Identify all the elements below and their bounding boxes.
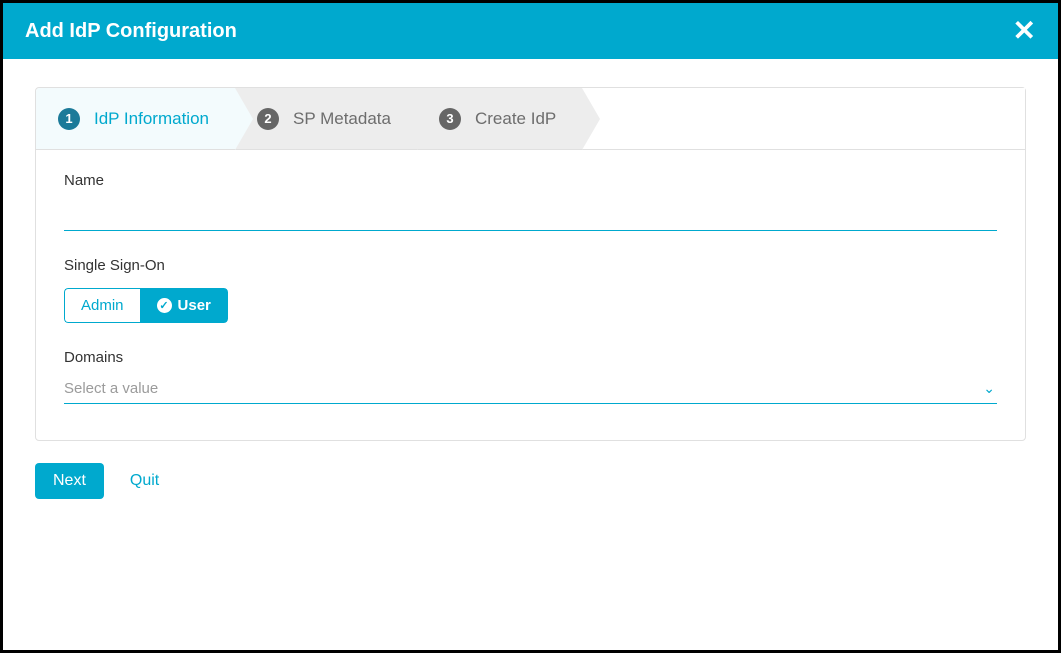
modal-body: 1 IdP Information 2 SP Metadata 3 Create… bbox=[3, 59, 1058, 453]
domains-placeholder: Select a value bbox=[64, 380, 983, 397]
domains-label: Domains bbox=[64, 349, 997, 366]
close-icon[interactable]: ✕ bbox=[1013, 17, 1036, 45]
wizard-card: 1 IdP Information 2 SP Metadata 3 Create… bbox=[35, 87, 1026, 441]
name-input[interactable] bbox=[64, 197, 997, 231]
step-label: SP Metadata bbox=[293, 109, 391, 129]
sso-option-admin-label: Admin bbox=[81, 297, 124, 314]
sso-option-admin[interactable]: Admin bbox=[64, 288, 140, 323]
field-name: Name bbox=[64, 172, 997, 231]
step-create-idp[interactable]: 3 Create IdP bbox=[417, 88, 582, 149]
check-circle-icon: ✓ bbox=[157, 298, 172, 313]
step-spacer bbox=[582, 88, 1025, 149]
sso-toggle-group: Admin ✓ User bbox=[64, 288, 228, 323]
step-number-icon: 1 bbox=[58, 108, 80, 130]
sso-option-user[interactable]: ✓ User bbox=[140, 288, 228, 323]
form-area: Name Single Sign-On Admin ✓ User bbox=[36, 150, 1025, 440]
modal-footer: Next Quit bbox=[3, 453, 1058, 499]
domains-select[interactable]: Select a value ⌄ bbox=[64, 374, 997, 404]
chevron-down-icon: ⌄ bbox=[983, 380, 995, 397]
modal-container: Add IdP Configuration ✕ 1 IdP Informatio… bbox=[0, 0, 1061, 653]
step-label: Create IdP bbox=[475, 109, 556, 129]
step-number-icon: 2 bbox=[257, 108, 279, 130]
next-button[interactable]: Next bbox=[35, 463, 104, 499]
field-domains: Domains Select a value ⌄ bbox=[64, 349, 997, 404]
step-number-icon: 3 bbox=[439, 108, 461, 130]
step-label: IdP Information bbox=[94, 109, 209, 129]
wizard-stepper: 1 IdP Information 2 SP Metadata 3 Create… bbox=[36, 88, 1025, 150]
step-sp-metadata[interactable]: 2 SP Metadata bbox=[235, 88, 417, 149]
step-idp-information[interactable]: 1 IdP Information bbox=[36, 88, 235, 149]
name-label: Name bbox=[64, 172, 997, 189]
field-single-sign-on: Single Sign-On Admin ✓ User bbox=[64, 257, 997, 323]
quit-button[interactable]: Quit bbox=[124, 471, 165, 491]
sso-option-user-label: User bbox=[178, 297, 211, 314]
modal-title: Add IdP Configuration bbox=[25, 20, 1013, 43]
modal-header: Add IdP Configuration ✕ bbox=[3, 3, 1058, 59]
sso-label: Single Sign-On bbox=[64, 257, 997, 274]
